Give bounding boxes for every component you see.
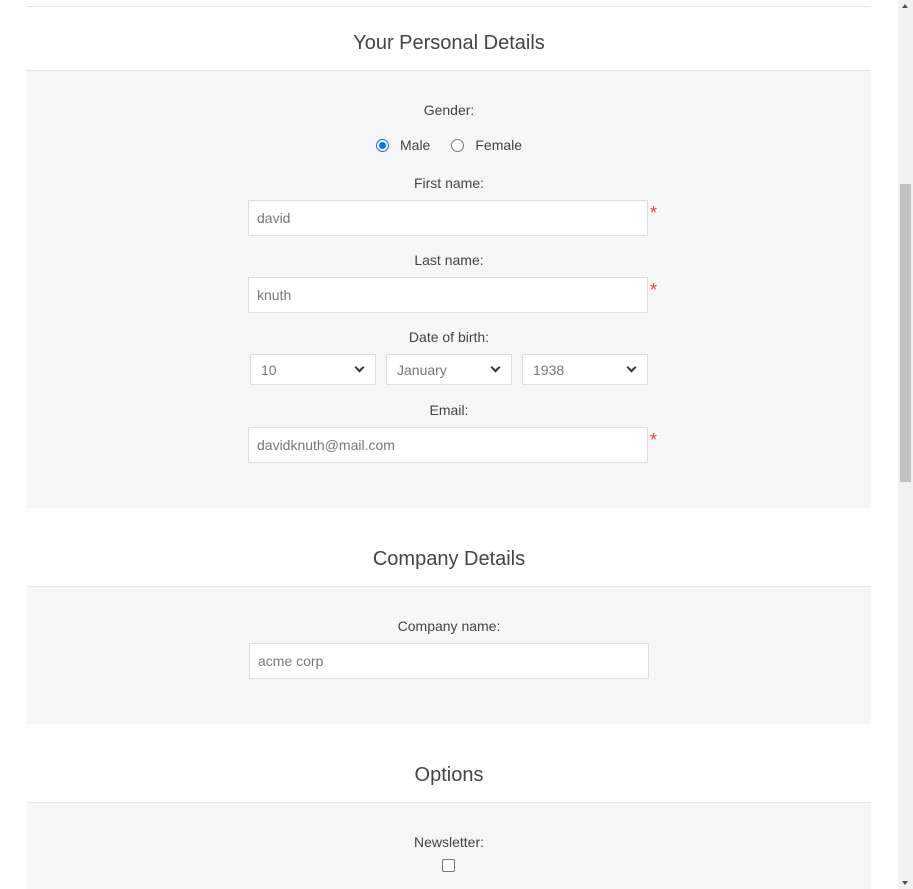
top-divider <box>27 6 871 7</box>
company-name-label: Company name: <box>397 618 501 634</box>
gender-male-label[interactable]: Male <box>400 137 430 153</box>
dob-month-value: January <box>397 361 447 378</box>
gender-radio-group: Male Female <box>376 135 522 155</box>
vertical-scrollbar[interactable] <box>898 0 913 889</box>
scrollbar-thumb[interactable] <box>900 184 911 482</box>
gender-female-radio[interactable] <box>451 138 465 152</box>
company-name-field[interactable] <box>249 643 649 679</box>
email-label: Email: <box>429 402 469 418</box>
dob-day-select[interactable]: 10 <box>250 354 376 385</box>
gender-male-radio[interactable] <box>376 138 389 152</box>
first-name-label: First name: <box>413 175 484 191</box>
chevron-down-icon <box>626 362 637 373</box>
gender-label: Gender: <box>423 102 475 118</box>
dob-day-value: 10 <box>261 361 277 378</box>
dob-label: Date of birth: <box>408 329 490 345</box>
company-details-title: Company Details <box>372 548 526 570</box>
options-title: Options <box>414 764 484 786</box>
gender-female-label[interactable]: Female <box>475 137 522 153</box>
company-details-panel: Company name: <box>27 586 871 724</box>
registration-page: Your Personal Details Gender: Male Femal… <box>0 0 898 889</box>
dob-year-value: 1938 <box>533 361 565 378</box>
personal-details-panel: Gender: Male Female First name: * Last n… <box>27 70 871 508</box>
newsletter-label: Newsletter: <box>413 834 485 850</box>
dob-month-select[interactable]: January <box>386 354 512 385</box>
chevron-down-icon <box>490 362 501 373</box>
email-required-marker: * <box>650 430 658 450</box>
scroll-down-arrow-icon[interactable] <box>902 881 908 885</box>
last-name-field[interactable] <box>248 277 648 313</box>
dob-year-select[interactable]: 1938 <box>522 354 648 385</box>
newsletter-checkbox[interactable] <box>442 859 455 872</box>
first-name-required-marker: * <box>650 203 658 223</box>
first-name-field[interactable] <box>248 200 648 236</box>
scroll-up-arrow-icon[interactable] <box>902 4 908 8</box>
personal-details-title: Your Personal Details <box>353 32 545 54</box>
options-panel: Newsletter: <box>27 802 871 889</box>
email-field[interactable] <box>248 427 648 463</box>
last-name-label: Last name: <box>414 252 484 268</box>
chevron-down-icon <box>354 362 365 373</box>
last-name-required-marker: * <box>650 280 658 300</box>
